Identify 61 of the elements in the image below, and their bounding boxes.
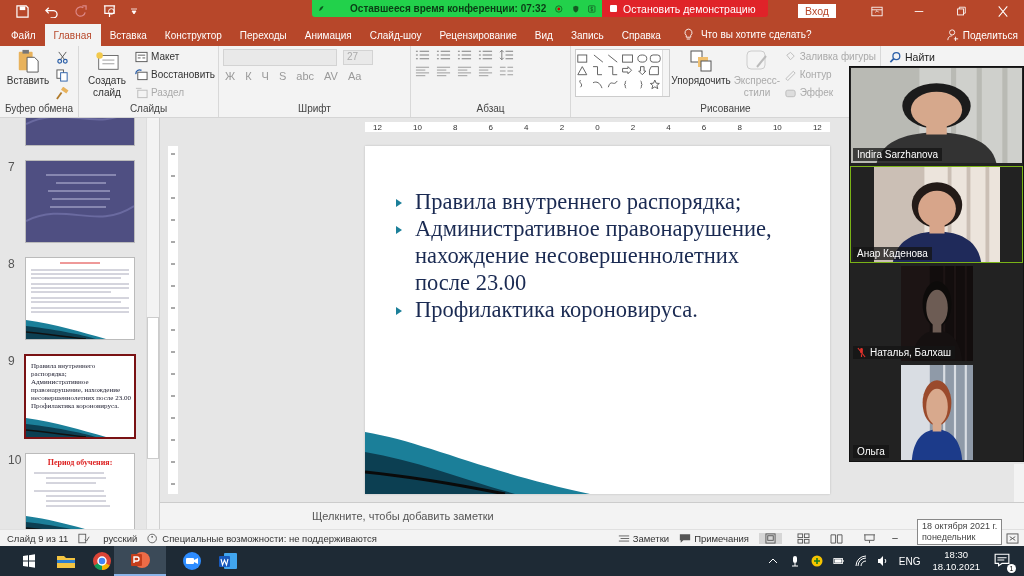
slide-bullet: Правила внутреннего распорядка; [415,188,743,215]
font-format-button[interactable]: abc [294,70,317,82]
input-language[interactable]: ENG [898,555,921,567]
video-tile[interactable]: Indira Sarzhanova [850,67,1023,164]
accessibility-button[interactable]: Специальные возможности: не поддерживаются [147,532,377,544]
ribbon-tab[interactable]: Переходы [230,24,296,46]
conference-timer: Оставшееся время конференции: 07:32 [350,3,547,14]
tooltip-line: 18 октября 2021 г. [922,521,998,532]
clock[interactable]: 18:30 18.10.2021 [932,549,980,573]
clock-time: 18:30 [944,549,969,561]
participant-name: Ольга [857,446,885,457]
font-format-button[interactable]: Ж [223,70,238,82]
ribbon-tab[interactable]: Слайд-шоу [360,24,431,46]
slide-number: 8 [8,257,15,271]
ribbon-tab[interactable]: Справка [612,24,670,46]
reset-button[interactable]: Восстановить [135,67,216,82]
layout-button[interactable]: Макет [135,49,180,64]
sign-in-button[interactable]: Вход [798,4,836,18]
paste-button[interactable]: Вставить [4,49,52,103]
slide-number: 7 [8,160,15,174]
slide-counter: Слайд 9 из 11 [7,532,69,544]
slide-bullet: Профилактика короновируса. [415,296,699,323]
slide-bullet: Административное правонарушение, нахождение несовершеннолетних после 23.00 [415,215,773,296]
ribbon-tab[interactable]: Рецензирование [430,24,526,46]
clock-date: 18.10.2021 [932,561,980,573]
group-label: Рисование [700,103,751,114]
ribbon-tab[interactable]: Вид [525,24,562,46]
font-format-button[interactable]: AV [322,70,340,82]
participant-name: Анар Каденова [857,248,928,259]
comments-button[interactable]: Примечания [679,532,749,544]
ribbon-tab[interactable]: Главная [44,24,101,46]
group-label: Шрифт [298,103,331,114]
participant-name: Наталья, Балхаш [870,347,952,358]
ribbon-tab[interactable]: Файл [2,24,45,46]
horizontal-ruler: 12 10 8 6 4 2 0 2 4 6 8 10 12 [365,122,830,132]
group-label: Слайды [129,103,168,114]
participant-name: Indira Sarzhanova [857,149,939,160]
language-indicator[interactable]: русский [103,532,138,544]
slide-thumbnail[interactable]: Период обучения: [25,453,135,529]
tell-me-field[interactable]: Что вы хотите сделать? [700,29,812,40]
new-slide-button[interactable]: Создать слайд [83,49,131,103]
find-button[interactable]: Найти [889,49,1020,64]
video-tile[interactable]: Наталья, Балхаш [850,265,1023,362]
tooltip-line: понедельник [922,532,977,543]
slide-number: 10 [8,453,22,467]
ribbon-tab[interactable]: Вставка [100,24,156,46]
ribbon-tab[interactable]: Конструктор [155,24,231,46]
video-tile[interactable]: Анар Каденова [850,166,1023,263]
group-label: Буфер обмена [5,103,73,114]
video-tile[interactable]: Ольга [850,364,1023,461]
thumbnail-title: Период обучения: [46,458,114,468]
ribbon-tab[interactable]: Запись [561,24,613,46]
font-format-button[interactable]: К [243,70,254,82]
arrange-button[interactable]: Упорядочить [671,49,731,103]
slide[interactable]: Правила внутреннего распорядка; Административное правонарушение, нахождение несовершеннолетних после 23.00 Профилактика короновируса. [365,146,830,494]
ribbon-tab[interactable]: Анимация [295,24,361,46]
share-button[interactable]: Поделиться [946,29,1018,41]
group-label: Абзац [476,103,505,114]
slide-number: 9 [8,354,15,368]
notes-button[interactable]: Заметки [617,532,670,544]
stop-share-button[interactable]: Остановить демонстрацию [602,0,768,17]
